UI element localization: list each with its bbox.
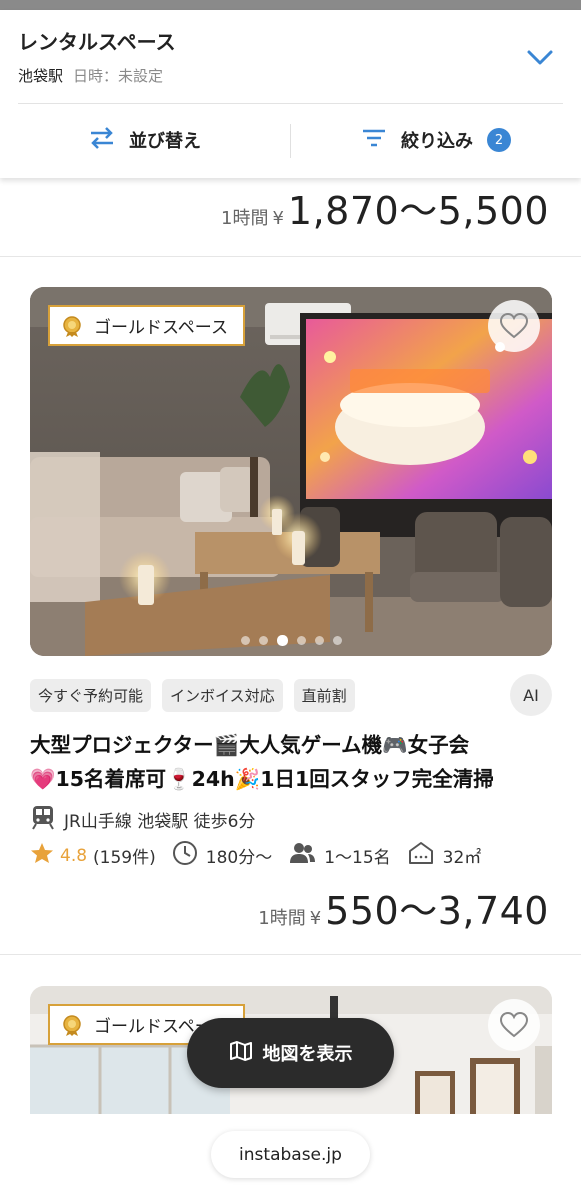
favorite-heart-icon[interactable] xyxy=(488,300,540,352)
browser-top-strip xyxy=(0,0,581,10)
tag-instant-booking: 今すぐ予約可能 xyxy=(30,679,152,712)
people-icon xyxy=(288,841,316,870)
gold-space-label: ゴールドスペース xyxy=(94,318,228,338)
search-conditions[interactable]: 池袋駅 日時：未設定 xyxy=(18,65,163,86)
page-title: レンタルスペース xyxy=(18,30,176,54)
carousel-dot[interactable] xyxy=(258,636,268,645)
sort-icon xyxy=(89,127,115,153)
sort-button[interactable]: 並び替え xyxy=(0,118,290,162)
price-unit: 1時間 xyxy=(258,908,306,929)
capacity-block: 1～15名 xyxy=(288,841,391,870)
area-block: 32㎡ xyxy=(407,841,482,870)
listing-meta: 4.8 (159件) 180分～ 1～15名 32㎡ xyxy=(30,840,497,871)
carousel-dot[interactable] xyxy=(276,635,288,646)
ai-button[interactable]: AI xyxy=(510,674,552,716)
listing-tags: 今すぐ予約可能 インボイス対応 直前割 xyxy=(30,679,355,712)
medal-icon xyxy=(62,1014,82,1036)
filter-button[interactable]: 絞り込み 2 xyxy=(291,118,581,162)
map-icon xyxy=(229,1040,253,1066)
area-icon xyxy=(407,841,435,870)
tag-last-minute-discount: 直前割 xyxy=(293,679,355,712)
rating-value: 4.8 xyxy=(60,845,88,866)
carousel-dot[interactable] xyxy=(296,636,306,645)
gold-space-badge: ゴールドスペース xyxy=(48,305,245,346)
price-unit: 1時間 xyxy=(221,208,269,229)
filter-count-badge: 2 xyxy=(487,128,511,152)
yen-symbol: ¥ xyxy=(309,908,322,929)
rating-block: 4.8 (159件) xyxy=(30,842,156,869)
carousel-dots xyxy=(30,635,552,646)
filter-icon xyxy=(361,128,387,152)
min-time-block: 180分～ xyxy=(172,840,272,871)
location-text: 池袋駅 xyxy=(18,67,64,85)
capacity-text: 1～15名 xyxy=(324,848,391,868)
listing-photo-carousel[interactable]: ゴールドスペース xyxy=(30,287,552,656)
review-count: (159件) xyxy=(93,848,156,868)
url-bar[interactable]: instabase.jp xyxy=(211,1131,370,1178)
carousel-dot[interactable] xyxy=(240,636,250,645)
price-amount: 550～3,740 xyxy=(325,889,549,933)
listing-title-line2: 💗15名着席可🍷24h🎉1日1回スタッフ完全清掃 xyxy=(30,767,494,791)
show-map-button[interactable]: 地図を表示 xyxy=(187,1018,394,1088)
datetime-text: 日時：未設定 xyxy=(73,67,164,85)
station-info: JR山手線 池袋駅 徒歩6分 xyxy=(30,804,255,835)
train-icon xyxy=(30,804,56,835)
listing-divider xyxy=(0,256,581,257)
prev-listing-price: 1時間 ¥ 1,870～5,500 xyxy=(221,180,549,235)
filter-label: 絞り込み xyxy=(401,131,473,152)
medal-icon xyxy=(62,315,82,337)
carousel-dot[interactable] xyxy=(314,636,324,645)
favorite-heart-icon[interactable] xyxy=(488,999,540,1051)
star-icon xyxy=(30,842,54,869)
station-text: JR山手線 池袋駅 徒歩6分 xyxy=(64,812,256,832)
listing-title[interactable]: 大型プロジェクター🎬大人気ゲーム機🎮女子会 💗15名着席可🍷24h🎉1日1回スタ… xyxy=(30,728,555,796)
min-time-text: 180分～ xyxy=(205,848,273,868)
price-amount: 1,870～5,500 xyxy=(287,189,549,233)
yen-symbol: ¥ xyxy=(272,208,284,229)
listing-divider xyxy=(0,954,581,955)
listing-title-line1: 大型プロジェクター🎬大人気ゲーム機🎮女子会 xyxy=(30,733,470,757)
clock-icon xyxy=(172,840,198,871)
show-map-label: 地図を表示 xyxy=(262,1044,353,1065)
carousel-dot[interactable] xyxy=(332,636,342,645)
listing-price: 1時間 ¥ 550～3,740 xyxy=(258,880,549,935)
chevron-down-icon[interactable] xyxy=(525,46,555,70)
sort-label: 並び替え xyxy=(129,131,201,152)
header-divider xyxy=(18,103,563,104)
search-header: レンタルスペース 池袋駅 日時：未設定 並び替え 絞り込み 2 xyxy=(0,10,581,178)
area-text: 32㎡ xyxy=(442,848,482,868)
tag-invoice: インボイス対応 xyxy=(162,679,283,712)
